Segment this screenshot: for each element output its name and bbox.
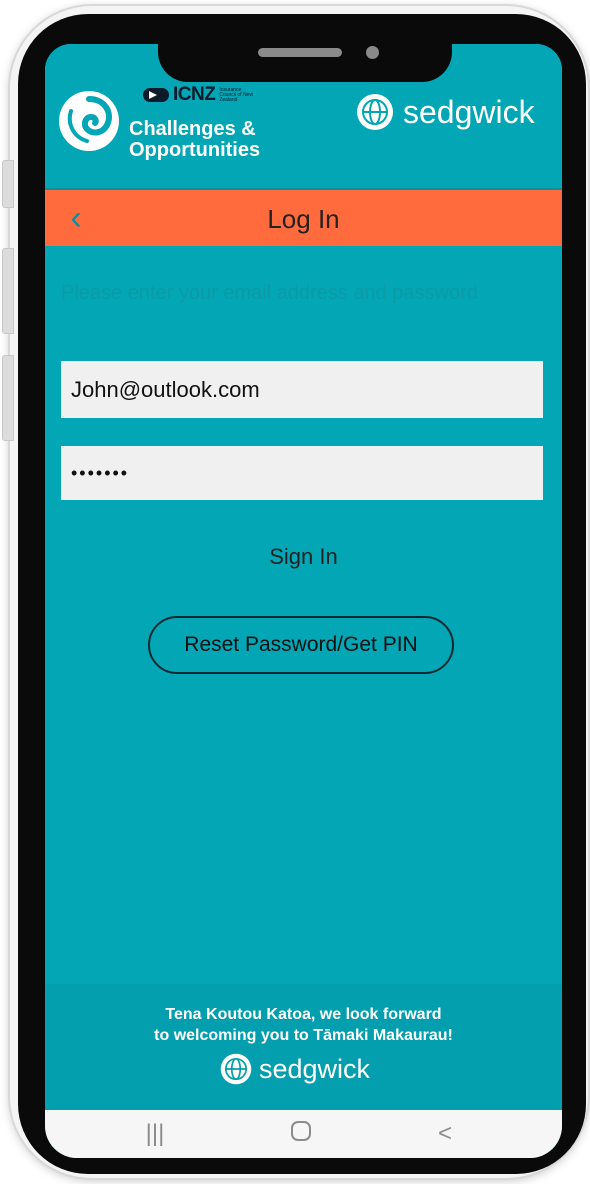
sedgwick-logo-footer: sedgwick xyxy=(219,1052,370,1086)
footer-message-line1: Tena Koutou Katoa, we look forward xyxy=(165,1006,442,1023)
sedgwick-brand-text: sedgwick xyxy=(259,1053,371,1084)
page-title: Log In xyxy=(267,204,340,234)
sedgwick-globe-icon xyxy=(357,94,393,130)
volume-up-button xyxy=(2,248,14,334)
password-field[interactable]: ••••••• xyxy=(61,446,543,500)
login-instructions: Please enter your email address and pass… xyxy=(61,282,478,304)
event-swirl-logo-icon xyxy=(59,91,119,151)
event-title: Challenges & Opportunities xyxy=(129,119,260,161)
speaker-icon xyxy=(258,48,342,57)
sign-in-button[interactable]: Sign In xyxy=(45,544,562,570)
reset-password-button[interactable]: Reset Password/Get PIN xyxy=(148,616,454,674)
recent-apps-glyph: ||| xyxy=(145,1120,165,1147)
footer-message: Tena Koutou Katoa, we look forward to we… xyxy=(45,1004,562,1046)
icnz-logo: ICNZ Insurance Council of New Zealand xyxy=(143,84,253,106)
home-glyph-icon xyxy=(291,1121,311,1141)
sedgwick-brand-text: sedgwick xyxy=(403,93,535,130)
icnz-logo-subtext: Insurance Council of New Zealand xyxy=(219,86,253,103)
event-title-line2: Opportunities xyxy=(129,139,261,161)
icnz-mark-icon xyxy=(143,88,169,102)
recent-apps-icon[interactable]: ||| xyxy=(135,1120,175,1148)
event-title-line1: Challenges & xyxy=(129,118,256,140)
email-field[interactable]: John@outlook.com xyxy=(61,361,543,418)
app-footer: Tena Koutou Katoa, we look forward to we… xyxy=(45,984,562,1110)
home-icon[interactable] xyxy=(281,1120,321,1148)
nav-back-icon[interactable]: < xyxy=(425,1120,465,1148)
android-nav-bar: ||| < xyxy=(45,1110,562,1158)
camera-icon xyxy=(366,46,379,59)
sedgwick-logo-header: sedgwick xyxy=(355,92,535,132)
password-value: ••••••• xyxy=(71,462,130,483)
footer-message-line2: to welcoming you to Tāmaki Makaurau! xyxy=(154,1027,453,1044)
reset-password-label: Reset Password/Get PIN xyxy=(184,633,418,656)
login-titlebar: ‹ Log In xyxy=(45,190,562,246)
nav-back-glyph: < xyxy=(437,1120,452,1147)
sedgwick-globe-icon xyxy=(220,1053,252,1085)
app-screen: ICNZ Insurance Council of New Zealand Ch… xyxy=(45,44,562,1158)
icnz-logo-text: ICNZ xyxy=(173,84,216,105)
volume-down-button xyxy=(2,355,14,441)
mute-switch xyxy=(2,160,14,208)
email-value: John@outlook.com xyxy=(71,376,260,402)
phone-notch xyxy=(158,40,452,82)
